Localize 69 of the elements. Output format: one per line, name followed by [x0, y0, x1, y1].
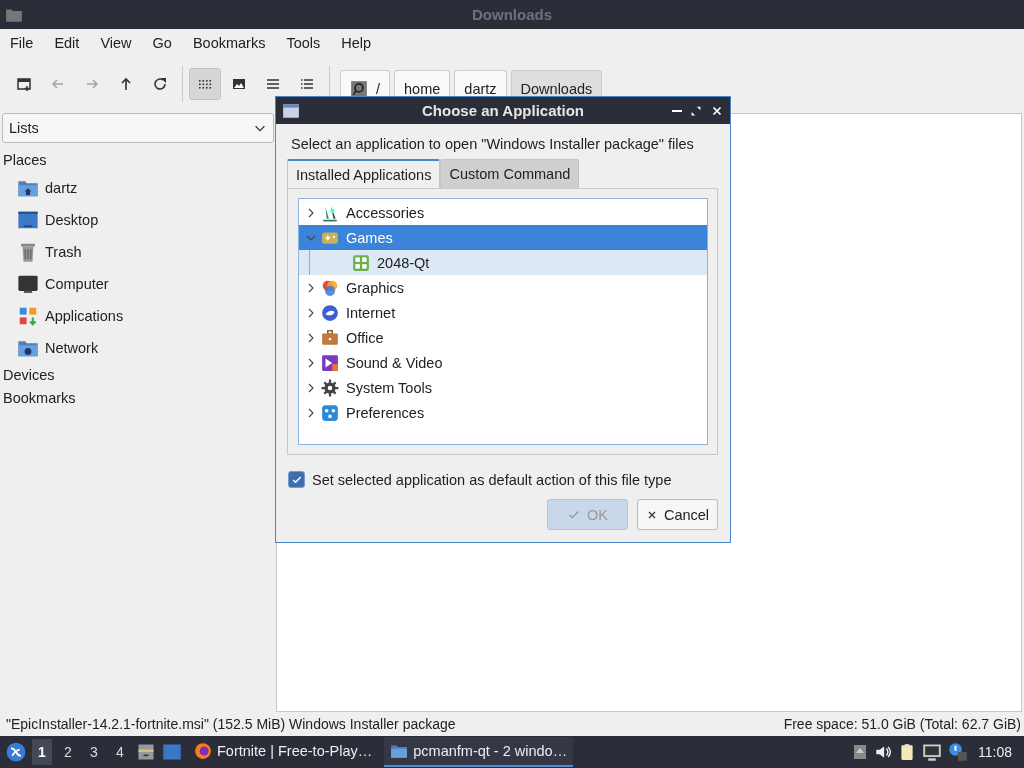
window-icon: [282, 101, 300, 120]
detailed-list-icon: [299, 76, 315, 92]
list-icon: [265, 76, 281, 92]
tree-item[interactable]: Sound & Video: [299, 350, 707, 375]
tree-item[interactable]: 2048-Qt: [299, 250, 707, 275]
section-header[interactable]: Devices: [0, 364, 276, 387]
menu-item[interactable]: Tools: [286, 35, 331, 51]
menu-item[interactable]: View: [100, 35, 142, 51]
new-tab-icon: [16, 76, 32, 92]
clock: 11:08: [978, 744, 1012, 760]
free-space-text: Free space: 51.0 GiB (Total: 62.7 GiB): [783, 716, 1021, 732]
window-title: Downloads: [471, 6, 553, 23]
network-monitor-icon: [922, 742, 942, 762]
briefcase-icon: [321, 328, 339, 347]
sidebar-item[interactable]: Network: [0, 332, 276, 364]
sidebar-item[interactable]: Applications: [0, 300, 276, 332]
prompt-text: Select an application to open "Windows Installer package" files: [290, 135, 694, 154]
sidebar-item[interactable]: dartz: [0, 172, 276, 204]
cancel-button[interactable]: Cancel: [637, 499, 718, 530]
drive-icon: [350, 80, 368, 98]
desktop-switcher[interactable]: 3: [84, 739, 104, 765]
file-cabinet-icon: [136, 742, 156, 762]
eject-icon: [852, 743, 868, 761]
tree-item[interactable]: Internet: [299, 300, 707, 325]
section-header[interactable]: Bookmarks: [0, 387, 276, 410]
settings-icon: [321, 403, 339, 422]
menu-item[interactable]: Edit: [54, 35, 90, 51]
view-dropdown[interactable]: Lists: [2, 113, 274, 143]
globe-icon: [321, 303, 339, 322]
desktop-switcher[interactable]: 2: [58, 739, 78, 765]
notification-icon: [948, 742, 968, 762]
clipboard-icon: [898, 742, 916, 762]
checkbox[interactable]: [288, 471, 305, 488]
window-icon: [162, 742, 182, 762]
tree-item[interactable]: Graphics: [299, 275, 707, 300]
tab[interactable]: Custom Command: [440, 159, 580, 188]
apps-grid-icon: [17, 305, 39, 327]
folder-icon: [390, 742, 409, 760]
desktop-switcher[interactable]: 4: [110, 739, 130, 765]
tree-item[interactable]: System Tools: [299, 375, 707, 400]
section-header[interactable]: Places: [0, 149, 276, 172]
minimize-icon: [672, 108, 682, 113]
sidebar-item[interactable]: Trash: [0, 236, 276, 268]
monitor-icon: [17, 273, 39, 295]
sidebar-item[interactable]: Desktop: [0, 204, 276, 236]
checkbox-label: Set selected application as default action of this file type: [312, 471, 672, 488]
tree-item[interactable]: Preferences: [299, 400, 707, 425]
desktop-icon: [17, 209, 39, 231]
menu-item[interactable]: Go: [152, 35, 182, 51]
color-wheel-icon: [321, 278, 339, 297]
tree-item[interactable]: Accessories: [299, 200, 707, 225]
image-icon: [231, 76, 247, 92]
gear-icon: [321, 378, 339, 397]
start-menu-icon: [6, 742, 26, 762]
speaker-icon: [874, 743, 892, 761]
reload-icon: [152, 76, 168, 92]
status-text: "EpicInstaller-14.2.1-fortnite.msi" (152.5 MiB) Windows Installer package: [6, 716, 456, 732]
tile-icon: [352, 253, 370, 272]
taskbar-task[interactable]: pcmanfm-qt - 2 windo…: [384, 737, 574, 767]
sidebar-item[interactable]: Computer: [0, 268, 276, 300]
tree-item[interactable]: Office: [299, 325, 707, 350]
media-icon: [321, 353, 339, 372]
taskbar-task[interactable]: Fortnite | Free-to-Play…: [188, 737, 379, 767]
tree-item[interactable]: Games: [299, 225, 707, 250]
tab[interactable]: Installed Applications: [287, 159, 441, 188]
menu-item[interactable]: File: [10, 35, 44, 51]
menu-item[interactable]: Bookmarks: [192, 35, 276, 51]
desktop-switcher[interactable]: 1: [32, 739, 52, 765]
menu-item[interactable]: Help: [341, 35, 382, 51]
